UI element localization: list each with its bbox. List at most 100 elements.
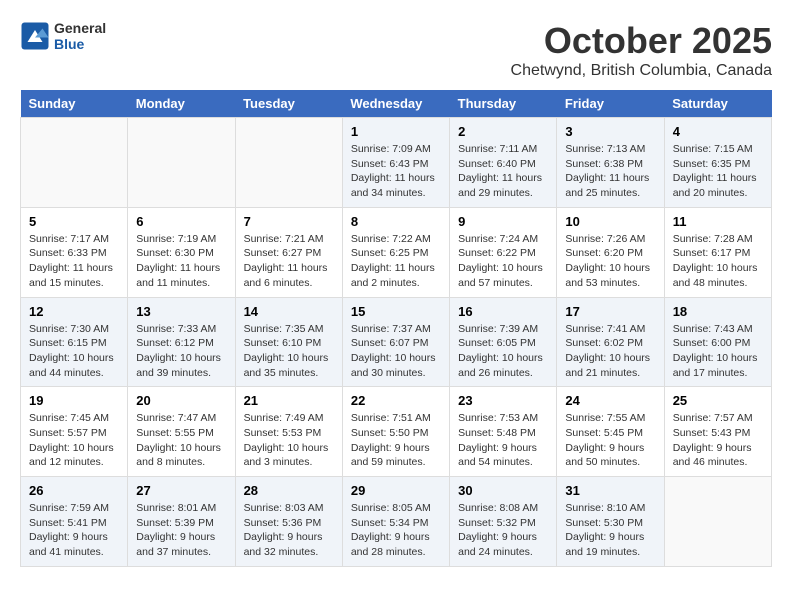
day-number: 18	[673, 304, 763, 319]
logo: General Blue	[20, 20, 106, 52]
day-info: Sunrise: 7:37 AM Sunset: 6:07 PM Dayligh…	[351, 322, 441, 381]
day-info: Sunrise: 7:51 AM Sunset: 5:50 PM Dayligh…	[351, 411, 441, 470]
logo-text: General Blue	[54, 20, 106, 52]
day-number: 24	[565, 393, 655, 408]
day-info: Sunrise: 7:24 AM Sunset: 6:22 PM Dayligh…	[458, 232, 548, 291]
day-info: Sunrise: 7:45 AM Sunset: 5:57 PM Dayligh…	[29, 411, 119, 470]
month-title: October 2025	[511, 20, 772, 62]
day-info: Sunrise: 7:09 AM Sunset: 6:43 PM Dayligh…	[351, 142, 441, 201]
calendar-cell: 21 Sunrise: 7:49 AM Sunset: 5:53 PM Dayli…	[235, 387, 342, 477]
calendar-cell	[664, 477, 771, 567]
day-number: 28	[244, 483, 334, 498]
calendar-cell: 28 Sunrise: 8:03 AM Sunset: 5:36 PM Dayli…	[235, 477, 342, 567]
calendar-cell: 8Sunrise: 7:22 AM Sunset: 6:25 PM Daylig…	[342, 207, 449, 297]
calendar-cell: 6 Sunrise: 7:19 AM Sunset: 6:30 PM Daylig…	[128, 207, 235, 297]
day-number: 17	[565, 304, 655, 319]
calendar-cell: 13 Sunrise: 7:33 AM Sunset: 6:12 PM Dayli…	[128, 297, 235, 387]
calendar-cell: 18 Sunrise: 7:43 AM Sunset: 6:00 PM Dayli…	[664, 297, 771, 387]
day-number: 11	[673, 214, 763, 229]
calendar-cell: 24 Sunrise: 7:55 AM Sunset: 5:45 PM Dayli…	[557, 387, 664, 477]
day-number: 20	[136, 393, 226, 408]
day-info: Sunrise: 7:35 AM Sunset: 6:10 PM Dayligh…	[244, 322, 334, 381]
day-number: 19	[29, 393, 119, 408]
calendar-cell: 22 Sunrise: 7:51 AM Sunset: 5:50 PM Dayli…	[342, 387, 449, 477]
calendar-week-row: 1 Sunrise: 7:09 AM Sunset: 6:43 PM Daylig…	[21, 118, 772, 208]
day-info: Sunrise: 8:10 AM Sunset: 5:30 PM Dayligh…	[565, 501, 655, 560]
day-info: Sunrise: 7:59 AM Sunset: 5:41 PM Dayligh…	[29, 501, 119, 560]
day-number: 30	[458, 483, 548, 498]
day-number: 4	[673, 124, 763, 139]
day-info: Sunrise: 7:30 AM Sunset: 6:15 PM Dayligh…	[29, 322, 119, 381]
day-number: 9	[458, 214, 548, 229]
day-info: Sunrise: 7:17 AM Sunset: 6:33 PM Dayligh…	[29, 232, 119, 291]
calendar-cell: 17 Sunrise: 7:41 AM Sunset: 6:02 PM Dayli…	[557, 297, 664, 387]
calendar-cell: 16Sunrise: 7:39 AM Sunset: 6:05 PM Dayli…	[450, 297, 557, 387]
calendar-cell: 15 Sunrise: 7:37 AM Sunset: 6:07 PM Dayli…	[342, 297, 449, 387]
calendar-cell: 19 Sunrise: 7:45 AM Sunset: 5:57 PM Dayli…	[21, 387, 128, 477]
day-number: 12	[29, 304, 119, 319]
day-number: 13	[136, 304, 226, 319]
calendar-cell: 29 Sunrise: 8:05 AM Sunset: 5:34 PM Dayli…	[342, 477, 449, 567]
calendar-cell: 9 Sunrise: 7:24 AM Sunset: 6:22 PM Daylig…	[450, 207, 557, 297]
day-info: Sunrise: 7:15 AM Sunset: 6:35 PM Dayligh…	[673, 142, 763, 201]
page-header: General Blue October 2025 Chetwynd, Brit…	[20, 20, 772, 80]
day-info: Sunrise: 7:57 AM Sunset: 5:43 PM Dayligh…	[673, 411, 763, 470]
weekday-header-wednesday: Wednesday	[342, 90, 449, 118]
day-number: 25	[673, 393, 763, 408]
calendar-week-row: 19 Sunrise: 7:45 AM Sunset: 5:57 PM Dayli…	[21, 387, 772, 477]
day-info: Sunrise: 8:03 AM Sunset: 5:36 PM Dayligh…	[244, 501, 334, 560]
day-number: 15	[351, 304, 441, 319]
day-info: Sunrise: 7:39 AM Sunset: 6:05 PM Dayligh…	[458, 322, 548, 381]
day-info: Sunrise: 7:13 AM Sunset: 6:38 PM Dayligh…	[565, 142, 655, 201]
calendar-cell: 4 Sunrise: 7:15 AM Sunset: 6:35 PM Daylig…	[664, 118, 771, 208]
calendar-week-row: 5 Sunrise: 7:17 AM Sunset: 6:33 PM Daylig…	[21, 207, 772, 297]
day-number: 2	[458, 124, 548, 139]
day-number: 1	[351, 124, 441, 139]
day-number: 3	[565, 124, 655, 139]
weekday-header-sunday: Sunday	[21, 90, 128, 118]
calendar-cell: 12 Sunrise: 7:30 AM Sunset: 6:15 PM Dayli…	[21, 297, 128, 387]
calendar-cell: 31 Sunrise: 8:10 AM Sunset: 5:30 PM Dayli…	[557, 477, 664, 567]
calendar-cell: 30Sunrise: 8:08 AM Sunset: 5:32 PM Dayli…	[450, 477, 557, 567]
calendar-cell: 1 Sunrise: 7:09 AM Sunset: 6:43 PM Daylig…	[342, 118, 449, 208]
day-info: Sunrise: 7:47 AM Sunset: 5:55 PM Dayligh…	[136, 411, 226, 470]
day-info: Sunrise: 8:05 AM Sunset: 5:34 PM Dayligh…	[351, 501, 441, 560]
weekday-header-saturday: Saturday	[664, 90, 771, 118]
day-info: Sunrise: 7:41 AM Sunset: 6:02 PM Dayligh…	[565, 322, 655, 381]
day-info: Sunrise: 7:33 AM Sunset: 6:12 PM Dayligh…	[136, 322, 226, 381]
calendar-cell: 2Sunrise: 7:11 AM Sunset: 6:40 PM Daylig…	[450, 118, 557, 208]
calendar-cell: 20 Sunrise: 7:47 AM Sunset: 5:55 PM Dayli…	[128, 387, 235, 477]
calendar-cell: 10Sunrise: 7:26 AM Sunset: 6:20 PM Dayli…	[557, 207, 664, 297]
day-number: 23	[458, 393, 548, 408]
day-number: 29	[351, 483, 441, 498]
calendar-week-row: 12 Sunrise: 7:30 AM Sunset: 6:15 PM Dayli…	[21, 297, 772, 387]
calendar-cell	[21, 118, 128, 208]
day-number: 31	[565, 483, 655, 498]
day-number: 6	[136, 214, 226, 229]
calendar-cell: 5 Sunrise: 7:17 AM Sunset: 6:33 PM Daylig…	[21, 207, 128, 297]
day-number: 10	[565, 214, 655, 229]
weekday-header-row: SundayMondayTuesdayWednesdayThursdayFrid…	[21, 90, 772, 118]
weekday-header-thursday: Thursday	[450, 90, 557, 118]
calendar-cell: 14 Sunrise: 7:35 AM Sunset: 6:10 PM Dayli…	[235, 297, 342, 387]
day-number: 14	[244, 304, 334, 319]
calendar-cell	[235, 118, 342, 208]
weekday-header-tuesday: Tuesday	[235, 90, 342, 118]
day-info: Sunrise: 7:49 AM Sunset: 5:53 PM Dayligh…	[244, 411, 334, 470]
day-info: Sunrise: 7:19 AM Sunset: 6:30 PM Dayligh…	[136, 232, 226, 291]
day-info: Sunrise: 7:22 AM Sunset: 6:25 PM Dayligh…	[351, 232, 441, 291]
calendar-week-row: 26Sunrise: 7:59 AM Sunset: 5:41 PM Dayli…	[21, 477, 772, 567]
day-number: 27	[136, 483, 226, 498]
calendar-cell	[128, 118, 235, 208]
day-info: Sunrise: 7:43 AM Sunset: 6:00 PM Dayligh…	[673, 322, 763, 381]
day-number: 21	[244, 393, 334, 408]
day-number: 7	[244, 214, 334, 229]
logo-general: General	[54, 20, 106, 36]
day-number: 22	[351, 393, 441, 408]
day-info: Sunrise: 7:55 AM Sunset: 5:45 PM Dayligh…	[565, 411, 655, 470]
location-subtitle: Chetwynd, British Columbia, Canada	[511, 62, 772, 80]
calendar-cell: 7 Sunrise: 7:21 AM Sunset: 6:27 PM Daylig…	[235, 207, 342, 297]
day-number: 5	[29, 214, 119, 229]
day-info: Sunrise: 7:21 AM Sunset: 6:27 PM Dayligh…	[244, 232, 334, 291]
calendar-cell: 26Sunrise: 7:59 AM Sunset: 5:41 PM Dayli…	[21, 477, 128, 567]
